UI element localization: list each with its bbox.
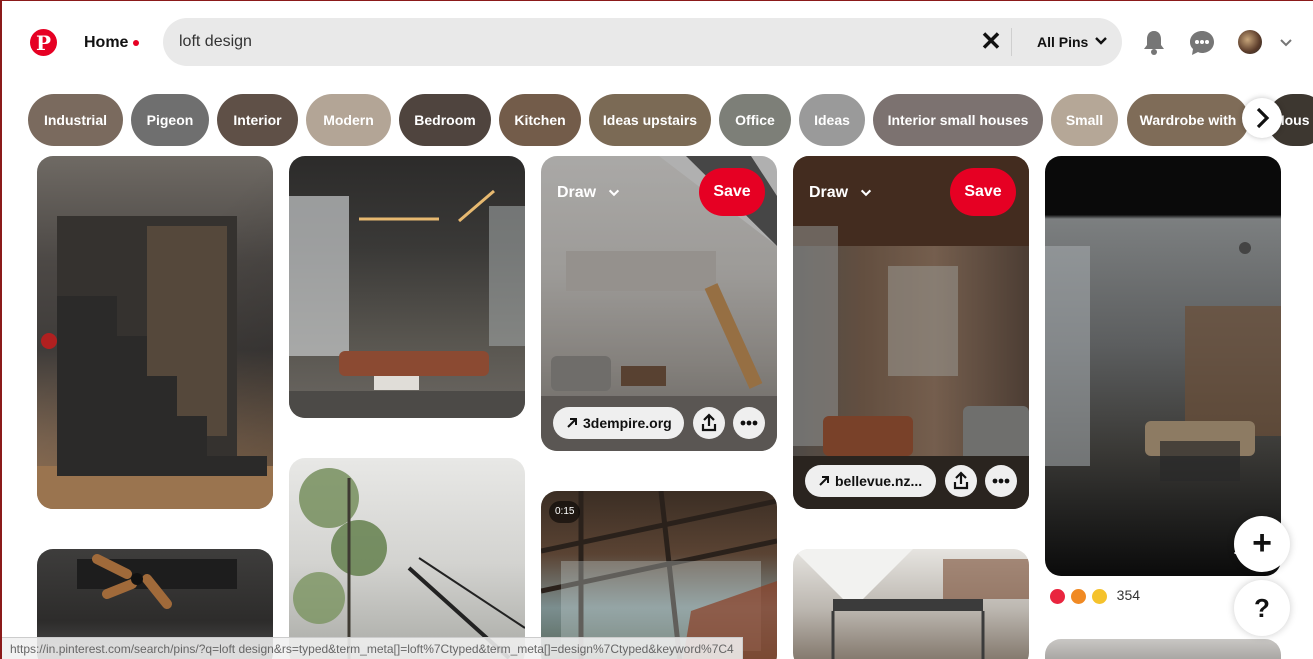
- share-icon: [701, 413, 717, 432]
- category-pill[interactable]: Interior small houses: [873, 94, 1043, 146]
- external-arrow-icon: [819, 476, 829, 486]
- reactions-summary[interactable]: 354: [1050, 587, 1140, 604]
- pin-card[interactable]: Draw Save 3dempire.org: [541, 156, 777, 451]
- category-pill[interactable]: Interior: [217, 94, 298, 146]
- account-chevron-down-icon[interactable]: [1278, 34, 1294, 50]
- pin-card[interactable]: 0:15: [541, 491, 777, 659]
- share-button[interactable]: [945, 465, 977, 497]
- pin-card[interactable]: ♪: [1045, 156, 1281, 576]
- pin-card[interactable]: [1045, 639, 1281, 659]
- pinterest-logo[interactable]: P: [30, 29, 57, 56]
- more-options-button[interactable]: [733, 407, 765, 439]
- share-icon: [953, 471, 969, 490]
- source-link-text: 3dempire.org: [583, 415, 672, 431]
- category-pill[interactable]: Ideas upstairs: [589, 94, 711, 146]
- category-pill[interactable]: Kitchen: [499, 94, 581, 146]
- profile-avatar[interactable]: [1238, 30, 1262, 54]
- help-button[interactable]: ?: [1234, 580, 1290, 636]
- messages-icon[interactable]: [1189, 30, 1215, 56]
- source-link[interactable]: bellevue.nz...: [805, 465, 936, 497]
- search-bar[interactable]: loft design ✕ All Pins: [163, 18, 1122, 66]
- notifications-bell-icon[interactable]: [1142, 29, 1166, 55]
- more-horizontal-icon: [992, 478, 1010, 484]
- pin-image: ♪: [1045, 242, 1281, 558]
- wow-reaction-icon: [1070, 588, 1086, 604]
- category-pill[interactable]: Industrial: [28, 94, 123, 146]
- home-notification-dot: [133, 40, 139, 46]
- share-button[interactable]: [693, 407, 725, 439]
- pin-card[interactable]: [289, 156, 525, 418]
- clear-search-icon[interactable]: ✕: [979, 28, 1003, 54]
- link-preview-status-bar: https://in.pinterest.com/search/pins/?q=…: [2, 637, 743, 659]
- chevron-down-icon: [608, 189, 619, 197]
- surprised-reaction-icon: [1091, 588, 1107, 604]
- search-divider: [1011, 28, 1012, 56]
- external-arrow-icon: [567, 418, 577, 428]
- all-pins-filter[interactable]: All Pins: [1037, 34, 1088, 50]
- category-pill[interactable]: Wardrobe with: [1127, 94, 1249, 146]
- category-pill[interactable]: Small: [1051, 94, 1118, 146]
- save-button[interactable]: Save: [950, 168, 1016, 216]
- category-pill[interactable]: Office: [719, 94, 791, 146]
- reaction-count: 354: [1116, 587, 1141, 603]
- pin-card[interactable]: [289, 458, 525, 659]
- pin-image: [37, 216, 273, 509]
- next-categories-button[interactable]: [1242, 98, 1282, 138]
- category-pill[interactable]: Pigeon: [131, 94, 209, 146]
- save-button[interactable]: Save: [699, 168, 765, 216]
- category-pill[interactable]: Ideas: [799, 94, 865, 146]
- source-link[interactable]: 3dempire.org: [553, 407, 684, 439]
- top-navigation: P Home loft design ✕ All Pins: [2, 1, 1313, 85]
- pin-card[interactable]: Draw Save bellevue.nz...: [793, 156, 1029, 509]
- related-searches-bar: Industrial Pigeon Interior Modern Bedroo…: [2, 94, 1313, 146]
- board-name: Draw: [557, 184, 597, 201]
- create-pin-button[interactable]: +: [1234, 516, 1290, 572]
- pin-image: [289, 189, 525, 418]
- home-tab[interactable]: Home: [84, 34, 128, 52]
- search-input[interactable]: loft design: [179, 33, 252, 51]
- pin-card[interactable]: [793, 549, 1029, 659]
- board-select-dropdown[interactable]: Draw: [809, 184, 873, 202]
- chevron-down-icon[interactable]: [1093, 32, 1109, 48]
- chevron-down-icon: [860, 189, 871, 197]
- category-pill[interactable]: Modern: [306, 94, 391, 146]
- category-pill[interactable]: Bedroom: [399, 94, 491, 146]
- source-link-text: bellevue.nz...: [835, 473, 923, 489]
- board-name: Draw: [809, 184, 849, 201]
- pin-card[interactable]: [37, 156, 273, 509]
- heart-reaction-icon: [1050, 588, 1065, 604]
- pin-image: [793, 549, 1029, 659]
- more-options-button[interactable]: [985, 465, 1017, 497]
- pin-image: [293, 468, 525, 659]
- board-select-dropdown[interactable]: Draw: [557, 184, 621, 202]
- more-horizontal-icon: [740, 420, 758, 426]
- video-duration-badge: 0:15: [549, 501, 581, 523]
- chevron-right-icon: [1256, 107, 1270, 129]
